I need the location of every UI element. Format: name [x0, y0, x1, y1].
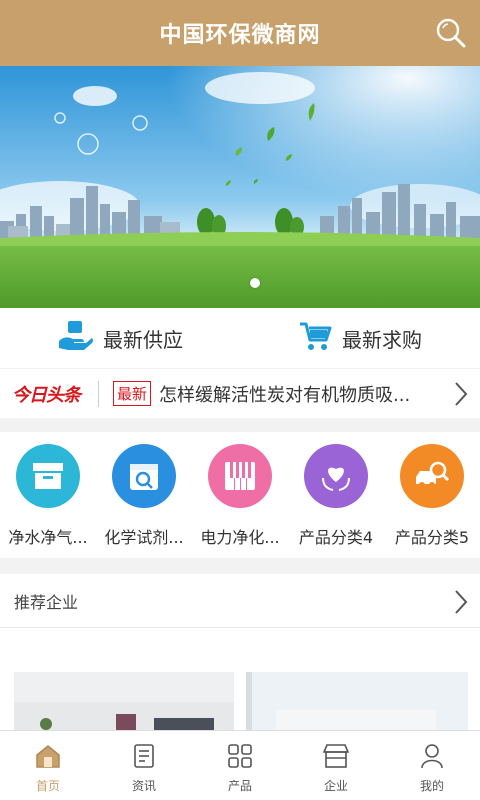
- category-label: 净水净气...: [8, 528, 88, 547]
- recommended-companies-header[interactable]: 推荐企业: [0, 574, 480, 628]
- search-icon[interactable]: [434, 16, 468, 50]
- chevron-right-icon[interactable]: [454, 381, 468, 411]
- banner-carousel[interactable]: [0, 66, 480, 308]
- category-grid: 净水净气... 化学试剂... 电力净化... 产品分类4 产品分类5: [0, 432, 480, 558]
- piano-icon: [208, 444, 272, 508]
- app-title: 中国环保微商网: [159, 23, 321, 48]
- latest-demand-button[interactable]: 最新求购: [240, 308, 480, 368]
- category-label: 化学试剂...: [104, 528, 184, 547]
- grid-icon: [227, 743, 253, 773]
- home-icon: [35, 743, 61, 773]
- heart-hands-icon: [304, 444, 368, 508]
- tab-label: 资讯: [131, 779, 156, 793]
- category-item[interactable]: 产品分类5: [384, 432, 480, 558]
- today-headline-logo: 今日头条: [12, 384, 81, 406]
- supply-demand-row: 最新供应 最新求购: [0, 308, 480, 368]
- tab-mine[interactable]: 我的: [384, 731, 480, 800]
- category-item[interactable]: 化学试剂...: [96, 432, 192, 558]
- latest-supply-label: 最新供应: [103, 327, 183, 352]
- category-item[interactable]: 产品分类4: [288, 432, 384, 558]
- tab-label: 企业: [323, 779, 348, 793]
- header-bar: 中国环保微商网: [0, 0, 480, 66]
- document-icon: [131, 743, 157, 773]
- user-icon: [419, 743, 445, 773]
- latest-demand-label: 最新求购: [342, 327, 422, 352]
- box-icon: [16, 444, 80, 508]
- tab-label: 我的: [419, 779, 444, 793]
- cart-icon: [298, 320, 332, 356]
- headline-ticker[interactable]: 今日头条 最新 怎样缓解活性炭对有机物质吸...: [0, 368, 480, 418]
- latest-supply-button[interactable]: 最新供应: [0, 308, 240, 368]
- recommended-companies-list: [0, 628, 480, 730]
- category-label: 产品分类4: [298, 528, 374, 547]
- company-image[interactable]: [246, 672, 468, 730]
- store-icon: [322, 743, 350, 773]
- tab-companies[interactable]: 企业: [288, 731, 384, 800]
- calendar-search-icon: [112, 444, 176, 508]
- section-title: 推荐企业: [14, 592, 79, 612]
- carousel-indicator-dot[interactable]: [250, 278, 260, 288]
- divider: [98, 380, 99, 407]
- car-search-icon: [400, 444, 464, 508]
- category-item[interactable]: 净水净气...: [0, 432, 96, 558]
- hand-box-icon: [57, 319, 93, 357]
- tab-label: 产品: [227, 779, 252, 793]
- tab-products[interactable]: 产品: [192, 731, 288, 800]
- tab-home[interactable]: 首页: [0, 731, 96, 800]
- category-label: 电力净化...: [200, 528, 280, 547]
- news-headline[interactable]: 怎样缓解活性炭对有机物质吸...: [159, 381, 421, 407]
- category-label: 产品分类5: [394, 528, 470, 547]
- company-image[interactable]: [14, 672, 234, 730]
- category-item[interactable]: 电力净化...: [192, 432, 288, 558]
- app-screen: 中国环保微商网 最新供应 最新求购 今日头条 最新 怎样缓解活性炭对有机物质吸.…: [0, 0, 480, 800]
- chevron-right-icon[interactable]: [454, 589, 468, 619]
- bottom-tab-bar: 首页 资讯 产品 企业 我的: [0, 730, 480, 800]
- news-badge: 最新: [113, 381, 152, 406]
- tab-label: 首页: [35, 779, 60, 793]
- tab-news[interactable]: 资讯: [96, 731, 192, 800]
